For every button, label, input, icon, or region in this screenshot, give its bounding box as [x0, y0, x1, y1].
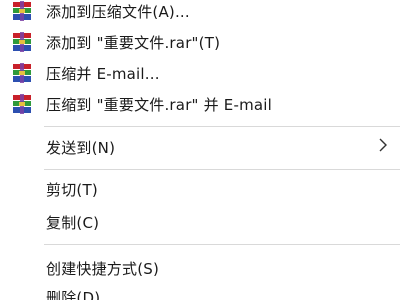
menu-item-add-to-rar[interactable]: 添加到 "重要文件.rar"(T) — [0, 27, 400, 57]
winrar-archive-icon — [11, 94, 33, 114]
winrar-archive-icon — [11, 63, 33, 83]
menu-item-cut[interactable]: 剪切(T) — [0, 174, 400, 204]
menu-separator — [44, 169, 400, 170]
menu-item-delete[interactable]: 删除(D) — [0, 282, 400, 300]
menu-item-label: 创建快捷方式(S) — [46, 259, 160, 278]
winrar-archive-icon — [11, 1, 33, 21]
menu-separator — [44, 126, 400, 127]
menu-item-label: 剪切(T) — [46, 180, 98, 199]
menu-item-compress-rar-email[interactable]: 压缩到 "重要文件.rar" 并 E-mail — [0, 89, 400, 119]
menu-item-label: 复制(C) — [46, 213, 100, 232]
menu-item-label: 删除(D) — [46, 288, 101, 300]
menu-item-label: 压缩并 E-mail... — [46, 64, 160, 83]
menu-separator — [44, 244, 400, 245]
menu-item-label: 添加到 "重要文件.rar"(T) — [46, 33, 221, 52]
menu-item-copy[interactable]: 复制(C) — [0, 207, 400, 237]
chevron-right-icon — [378, 137, 388, 157]
menu-item-label: 添加到压缩文件(A)... — [46, 2, 190, 21]
menu-item-compress-email[interactable]: 压缩并 E-mail... — [0, 58, 400, 88]
menu-item-label: 发送到(N) — [46, 138, 116, 157]
menu-item-send-to[interactable]: 发送到(N) — [0, 132, 400, 162]
winrar-archive-icon — [11, 32, 33, 52]
context-menu: 添加到压缩文件(A)... 添加到 "重要文件.rar"(T) 压缩并 E-ma — [0, 0, 400, 300]
menu-item-label: 压缩到 "重要文件.rar" 并 E-mail — [46, 95, 273, 114]
menu-item-create-shortcut[interactable]: 创建快捷方式(S) — [0, 253, 400, 283]
menu-item-add-to-archive[interactable]: 添加到压缩文件(A)... — [0, 0, 400, 26]
